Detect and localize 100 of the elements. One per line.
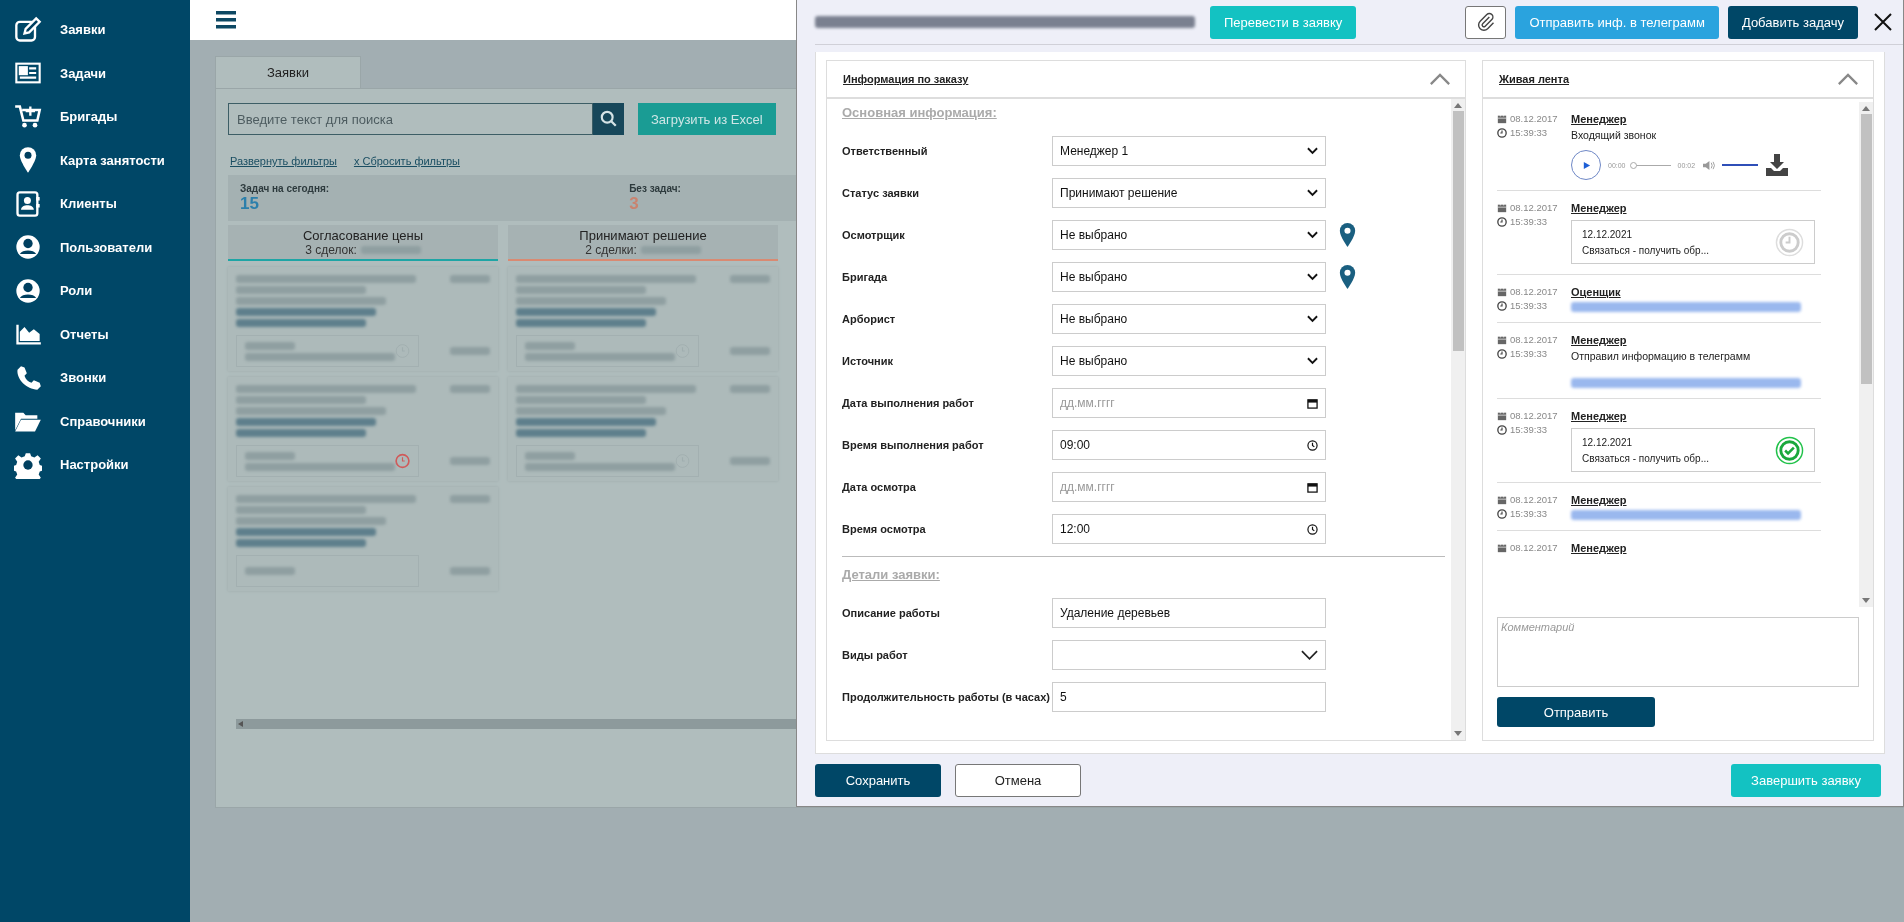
calendar-icon xyxy=(1497,202,1507,213)
blurred-text xyxy=(450,385,490,393)
sidebar-item[interactable]: Задачи xyxy=(0,51,190,95)
sidebar-item[interactable]: Пользователи xyxy=(0,225,190,269)
sidebar-item[interactable]: Роли xyxy=(0,269,190,313)
sidebar-item[interactable]: Справочники xyxy=(0,399,190,443)
scroll-up-icon[interactable] xyxy=(1454,103,1462,108)
deal-card[interactable] xyxy=(228,377,498,481)
select-field[interactable]: Не выбрано xyxy=(1052,220,1326,250)
select-field[interactable]: Не выбрано xyxy=(1052,346,1326,376)
comment-field[interactable]: Комментарий xyxy=(1497,617,1859,687)
sidebar-item[interactable]: Карта занятости xyxy=(0,138,190,182)
save-button[interactable]: Сохранить xyxy=(815,763,941,797)
blurred-text xyxy=(730,385,770,393)
map-pin-icon[interactable] xyxy=(1339,264,1356,290)
feed-date: 08.12.2017 xyxy=(1510,113,1558,124)
task-date: 12.12.2021 xyxy=(1582,436,1634,448)
tab[interactable]: Заявки xyxy=(215,56,361,88)
download-icon[interactable] xyxy=(1765,153,1790,177)
blurred-text xyxy=(730,457,770,465)
menu-icon[interactable] xyxy=(216,11,236,29)
select-field[interactable]: Не выбрано xyxy=(1052,304,1326,334)
field-label: Бригада xyxy=(842,271,889,283)
multiselect-field[interactable] xyxy=(1052,640,1326,670)
field-label: Арборист xyxy=(842,313,897,325)
attach-button[interactable] xyxy=(1465,5,1507,39)
map-pin-icon[interactable] xyxy=(1339,222,1356,248)
calendar-icon xyxy=(1307,481,1318,493)
author-link[interactable]: Менеджер xyxy=(1571,494,1627,506)
feed-time: 15:39:33 xyxy=(1510,216,1547,227)
chevron-up-icon[interactable] xyxy=(1837,72,1859,86)
cancel-button[interactable]: Отмена xyxy=(955,763,1081,797)
vertical-scrollbar[interactable] xyxy=(1451,99,1465,740)
add-task-button[interactable]: Добавить задачу xyxy=(1727,5,1858,39)
sidebar-item[interactable]: Звонки xyxy=(0,356,190,400)
clock-icon xyxy=(1497,300,1507,311)
time-field[interactable]: 12:00 xyxy=(1052,514,1326,544)
feed-date: 08.12.2017 xyxy=(1510,410,1558,421)
field-label: Время выполнения работ xyxy=(842,439,985,451)
select-field[interactable]: Принимают решение xyxy=(1052,178,1326,208)
play-button[interactable] xyxy=(1571,150,1601,180)
search-button[interactable] xyxy=(593,103,624,135)
vertical-scrollbar[interactable] xyxy=(1859,102,1873,607)
task-card[interactable]: 12.12.2021 Связаться - получить обр... xyxy=(1571,220,1815,264)
scroll-up-icon[interactable] xyxy=(1862,106,1870,111)
blurred-text xyxy=(450,495,490,503)
sidebar-item[interactable]: Клиенты xyxy=(0,182,190,226)
section-toggle-link[interactable]: Информация по заказу xyxy=(843,73,969,85)
volume-icon[interactable] xyxy=(1702,159,1716,171)
edit-icon xyxy=(14,15,42,44)
author-link[interactable]: Менеджер xyxy=(1571,410,1627,422)
feed-text: Входящий звонок xyxy=(1571,129,1658,141)
sidebar-item[interactable]: Отчеты xyxy=(0,312,190,356)
progress-thumb[interactable] xyxy=(1629,161,1637,169)
field-label: Ответственный xyxy=(842,145,929,157)
select-field[interactable]: Менеджер 1 xyxy=(1052,136,1326,166)
clock-icon xyxy=(1307,439,1318,451)
section-heading: Основная информация: xyxy=(842,105,998,120)
column-title: Согласование цены xyxy=(302,227,424,243)
select-field[interactable]: Не выбрано xyxy=(1052,262,1326,292)
author-link[interactable]: Менеджер xyxy=(1571,202,1627,214)
section-toggle-link[interactable]: Живая лента xyxy=(1499,73,1570,85)
contact-card-icon xyxy=(14,189,42,218)
search-field[interactable]: Введите текст для поиска xyxy=(228,103,593,135)
clock-icon xyxy=(1497,216,1507,227)
text-field[interactable]: Удаление деревьев xyxy=(1052,598,1326,628)
time-field[interactable]: 09:00 xyxy=(1052,430,1326,460)
author-link[interactable]: Менеджер xyxy=(1571,334,1627,346)
filter-link[interactable]: Развернуть фильтры xyxy=(230,155,337,167)
clock-icon xyxy=(1497,127,1507,138)
author-link[interactable]: Менеджер xyxy=(1571,542,1627,554)
deal-card[interactable] xyxy=(508,267,778,371)
author-link[interactable]: Менеджер xyxy=(1571,113,1627,125)
blurred-text xyxy=(245,567,295,575)
field-label: Виды работ xyxy=(842,649,909,661)
send-button[interactable]: Отправить xyxy=(1497,697,1655,727)
author-link[interactable]: Оценщик xyxy=(1571,286,1621,298)
deal-card[interactable] xyxy=(508,377,778,481)
scroll-left-icon[interactable] xyxy=(238,721,244,727)
deal-count: 3 сделок: xyxy=(305,242,357,257)
deal-card[interactable] xyxy=(228,267,498,371)
scroll-down-icon[interactable] xyxy=(1862,598,1870,603)
calendar-icon xyxy=(1497,334,1507,345)
feed-date: 08.12.2017 xyxy=(1510,494,1558,505)
field-label: Дата выполнения работ xyxy=(842,397,975,409)
blurred-text xyxy=(730,347,770,355)
chevron-up-icon[interactable] xyxy=(1429,72,1451,86)
scroll-down-icon[interactable] xyxy=(1454,731,1462,736)
task-date: 12.12.2021 xyxy=(1582,228,1634,240)
clock-icon xyxy=(1497,424,1507,435)
sidebar-item[interactable]: Заявки xyxy=(0,8,190,52)
sidebar-item[interactable]: Настройки xyxy=(0,443,190,487)
user-icon xyxy=(14,276,42,305)
deal-card[interactable] xyxy=(228,487,498,591)
text-field[interactable]: 5 xyxy=(1052,682,1326,712)
filter-link[interactable]: x Сбросить фильтры xyxy=(353,155,460,167)
sidebar-item[interactable]: Бригады xyxy=(0,95,190,139)
task-card[interactable]: 12.12.2021 Связаться - получить обр... xyxy=(1571,428,1815,472)
feed-text: Отправил информацию в телеграмм xyxy=(1571,350,1752,362)
close-icon[interactable] xyxy=(1873,12,1893,32)
